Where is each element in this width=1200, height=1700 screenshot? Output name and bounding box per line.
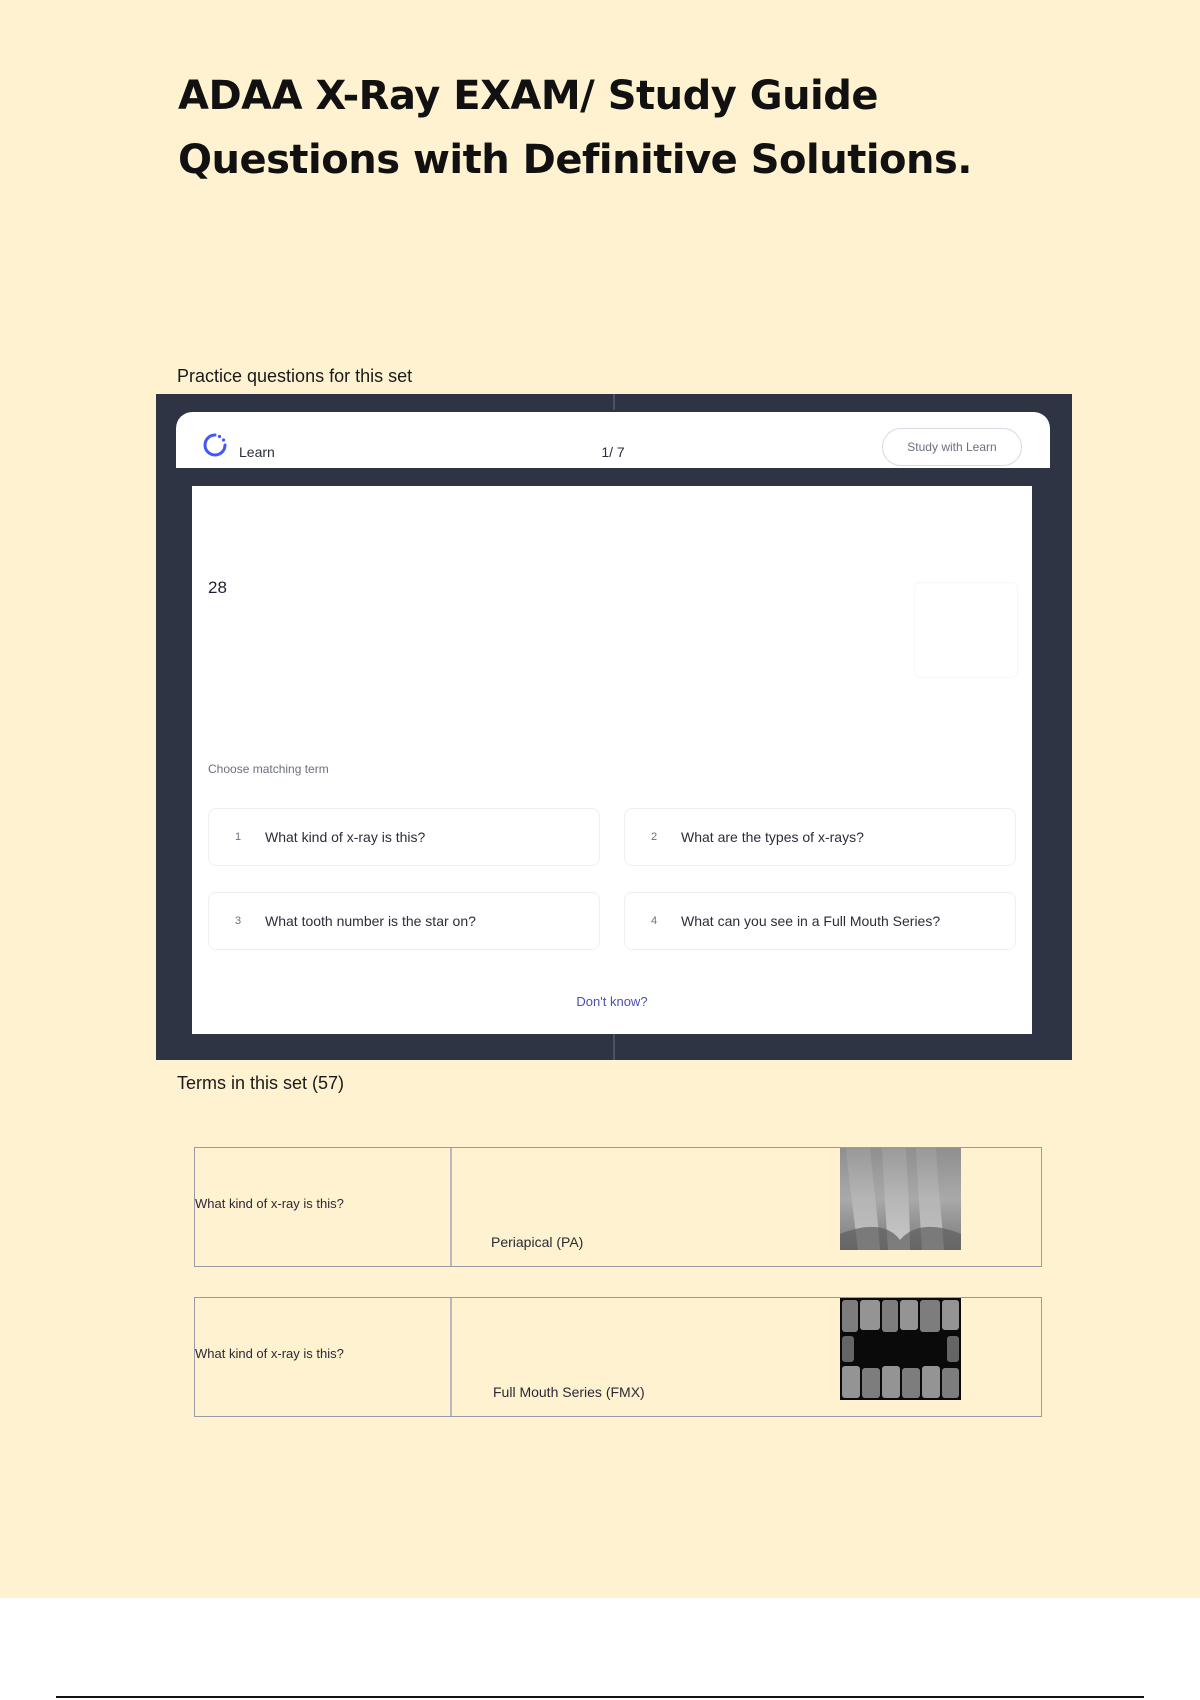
option-text: What kind of x-ray is this? [265, 829, 426, 845]
document-title: ADAA X-Ray EXAM/ Study Guide Questions w… [178, 73, 973, 183]
full-mouth-series-xray-image [840, 1298, 961, 1400]
term-answer: Full Mouth Series (FMX) [493, 1384, 645, 1400]
answer-option-1[interactable]: 1 What kind of x-ray is this? [208, 808, 600, 866]
option-number: 1 [235, 831, 242, 843]
answer-option-4[interactable]: 4 What can you see in a Full Mouth Serie… [624, 892, 1016, 950]
footer-rule [56, 1696, 1144, 1698]
question-panel: 28 Choose matching term 1 What kind of x… [192, 486, 1032, 1034]
terms-section-label: Terms in this set (57) [177, 1073, 345, 1093]
option-number: 3 [235, 915, 242, 927]
option-number: 4 [651, 915, 658, 927]
learn-header: Learn 1/ 7 Study with Learn [176, 412, 1050, 468]
option-text: What tooth number is the star on? [265, 913, 476, 929]
practice-frame: Learn 1/ 7 Study with Learn 28 Choose ma… [156, 394, 1072, 1060]
dont-know-link[interactable]: Don't know? [192, 994, 1032, 1009]
practice-section-label: Practice questions for this set [177, 366, 413, 386]
answer-option-3[interactable]: 3 What tooth number is the star on? [208, 892, 600, 950]
frame-divider [613, 394, 615, 410]
study-with-learn-button[interactable]: Study with Learn [882, 428, 1022, 466]
prompt-image-placeholder [914, 582, 1018, 678]
learn-card: Learn 1/ 7 Study with Learn 28 Choose ma… [176, 412, 1050, 1034]
option-text: What are the types of x-rays? [681, 829, 864, 845]
term-question: What kind of x-ray is this? [195, 1196, 344, 1211]
question-prompt: 28 [208, 578, 227, 597]
cell-divider [450, 1148, 452, 1266]
answer-option-2[interactable]: 2 What are the types of x-rays? [624, 808, 1016, 866]
option-number: 2 [651, 831, 658, 843]
option-text: What can you see in a Full Mouth Series? [681, 913, 941, 929]
periapical-xray-image [840, 1148, 961, 1250]
choose-matching-term-label: Choose matching term [208, 762, 329, 776]
cell-divider [450, 1298, 452, 1416]
frame-divider [613, 1034, 615, 1060]
term-row: What kind of x-ray is this? Full Mouth S… [194, 1297, 1042, 1417]
term-row: What kind of x-ray is this? Periapical (… [194, 1147, 1042, 1267]
term-answer: Periapical (PA) [491, 1234, 584, 1250]
term-question: What kind of x-ray is this? [195, 1346, 344, 1361]
